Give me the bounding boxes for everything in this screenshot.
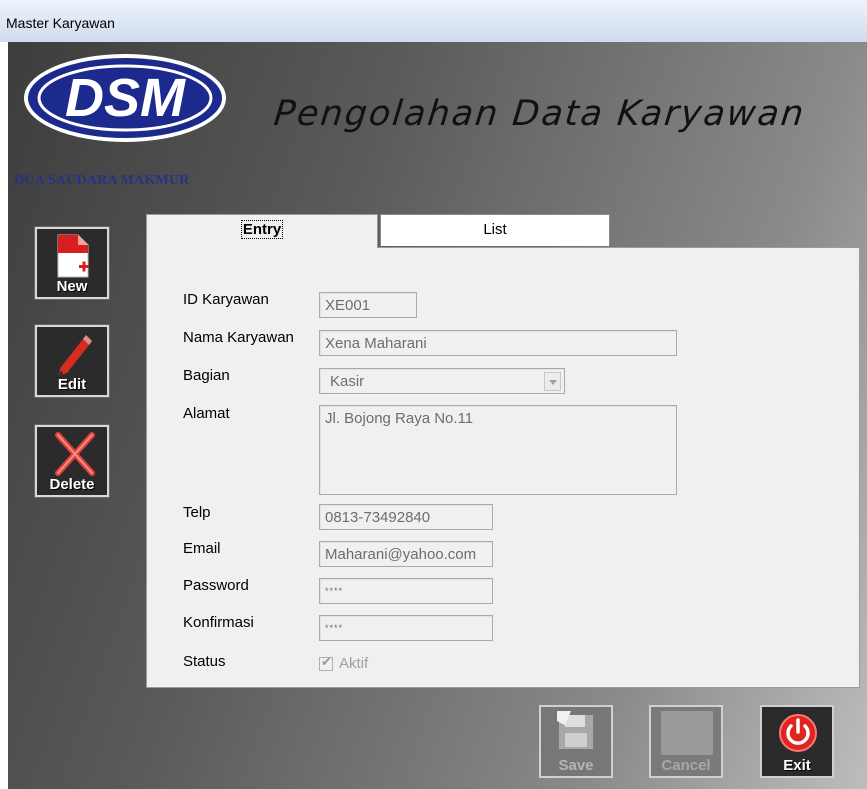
- chevron-down-icon[interactable]: [544, 372, 561, 391]
- page-title: Pengolahan Data Karyawan: [271, 94, 808, 134]
- delete-button-label: Delete: [49, 476, 95, 493]
- save-disk-icon: [557, 711, 593, 749]
- save-button-label: Save: [558, 757, 594, 774]
- nama-karyawan-label: Nama Karyawan: [183, 329, 294, 346]
- tab-entry-label: Entry: [240, 220, 284, 239]
- svg-text:DSM: DSM: [65, 68, 186, 128]
- company-name: DUA SAUDARA MAKMUR: [14, 173, 190, 188]
- nama-karyawan-field[interactable]: Xena Maharani: [319, 330, 677, 356]
- cancel-button[interactable]: Cancel: [649, 705, 723, 778]
- app-window: Master Karyawan DSM DUA SAUDARA MAKMUR P…: [0, 0, 867, 789]
- bagian-select[interactable]: Kasir: [319, 368, 565, 394]
- power-icon: [779, 714, 817, 752]
- exit-button[interactable]: Exit: [760, 705, 834, 778]
- pencil-icon: [59, 335, 92, 375]
- password-label: Password: [183, 577, 249, 594]
- title-bar[interactable]: Master Karyawan: [0, 0, 867, 42]
- status-label: Status: [183, 653, 226, 670]
- window-title: Master Karyawan: [6, 15, 115, 31]
- id-karyawan-label: ID Karyawan: [183, 291, 269, 308]
- edit-button-label: Edit: [57, 376, 87, 393]
- tab-entry[interactable]: Entry: [146, 214, 378, 248]
- client-area: DSM DUA SAUDARA MAKMUR Pengolahan Data K…: [8, 42, 867, 789]
- id-karyawan-field[interactable]: XE001: [319, 292, 417, 318]
- delete-button[interactable]: Delete: [34, 424, 110, 498]
- bagian-selected-value: Kasir: [330, 373, 365, 390]
- tab-list[interactable]: List: [380, 214, 610, 246]
- alamat-label: Alamat: [183, 405, 230, 422]
- status-aktif-label: Aktif: [339, 655, 369, 672]
- konfirmasi-label: Konfirmasi: [183, 614, 254, 631]
- save-button[interactable]: Save: [539, 705, 613, 778]
- new-button[interactable]: New: [34, 226, 110, 300]
- new-document-icon: [57, 234, 89, 278]
- email-label: Email: [183, 540, 221, 557]
- delete-x-icon: [55, 432, 95, 476]
- entry-panel: ID Karyawan XE001 Nama Karyawan Xena Mah…: [146, 247, 860, 688]
- tab-control: Entry List ID Karyawan XE001 Nama Karyaw…: [146, 214, 860, 688]
- alamat-textarea[interactable]: Jl. Bojong Raya No.11: [319, 405, 677, 495]
- cancel-icon: [661, 711, 713, 755]
- exit-button-label: Exit: [783, 757, 811, 774]
- tab-list-label: List: [483, 221, 507, 238]
- telp-field[interactable]: 0813-73492840: [319, 504, 493, 530]
- password-field[interactable]: ****: [319, 578, 493, 604]
- email-field[interactable]: Maharani@yahoo.com: [319, 541, 493, 567]
- checkbox-check-icon[interactable]: [319, 655, 333, 671]
- company-logo: DSM: [24, 54, 226, 142]
- bagian-label: Bagian: [183, 367, 230, 384]
- new-button-label: New: [56, 278, 88, 295]
- telp-label: Telp: [183, 504, 211, 521]
- konfirmasi-field[interactable]: ****: [319, 615, 493, 641]
- cancel-button-label: Cancel: [661, 757, 711, 774]
- edit-button[interactable]: Edit: [34, 324, 110, 398]
